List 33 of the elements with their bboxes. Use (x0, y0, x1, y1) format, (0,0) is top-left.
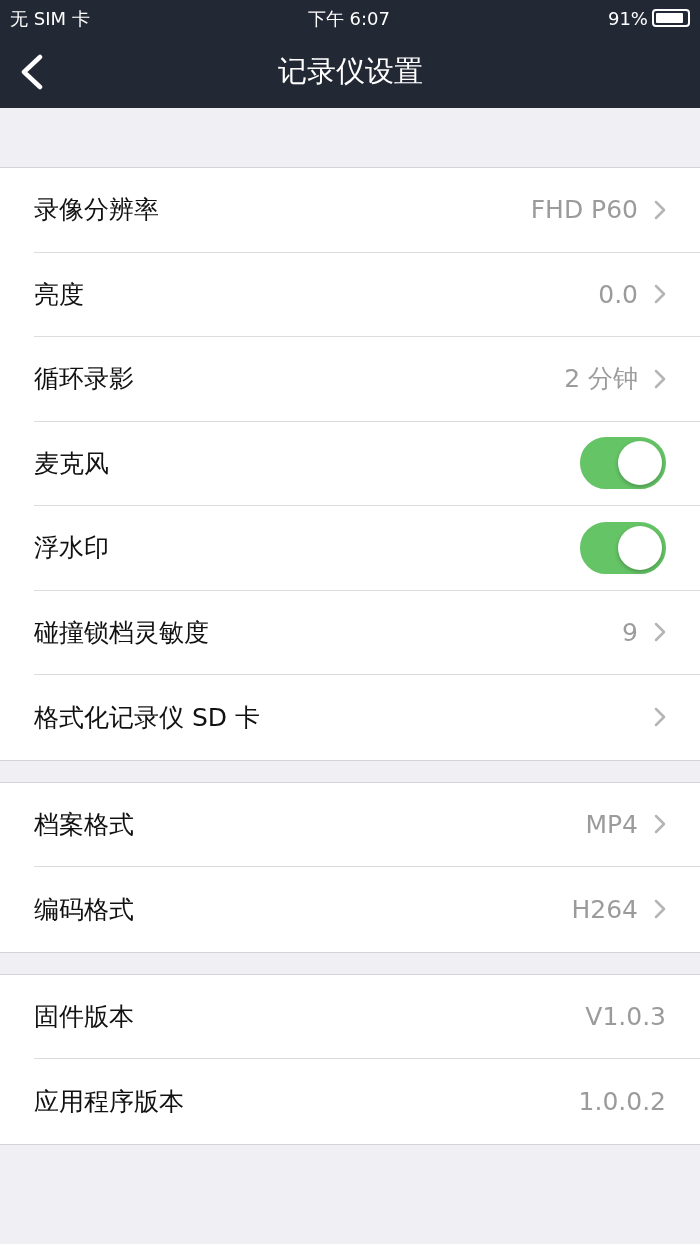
setting-label: 碰撞锁档灵敏度 (34, 616, 209, 649)
setting-label: 浮水印 (34, 532, 109, 564)
setting-value: FHD P60 (530, 194, 638, 226)
setting-label: 格式化记录仪 SD 卡 (34, 701, 260, 734)
setting-label: 编码格式 (34, 893, 134, 926)
setting-value: V1.0.3 (585, 1000, 666, 1033)
setting-label: 应用程序版本 (34, 1085, 184, 1118)
toggle-switch[interactable] (580, 437, 666, 490)
setting-value: H264 (571, 893, 638, 926)
chevron-icon (654, 199, 666, 220)
setting-label: 麦克风 (34, 447, 109, 480)
battery-icon (652, 9, 690, 27)
chevron-icon (654, 368, 666, 389)
setting-value: 0.0 (598, 278, 638, 311)
carrier-label: 无 SIM 卡 (10, 6, 90, 31)
battery-percent: 91% (607, 6, 648, 31)
setting-label: 亮度 (34, 278, 84, 311)
clock-time: 下午 6:07 (307, 6, 390, 31)
chevron-icon (654, 622, 666, 643)
setting-label: 固件版本 (34, 1000, 134, 1033)
setting-value: 1.0.0.2 (578, 1085, 666, 1118)
chevron-icon (654, 707, 666, 728)
chevron-icon (654, 899, 666, 920)
setting-value: 9 (622, 616, 638, 649)
setting-label: 录像分辨率 (34, 194, 159, 226)
setting-value: 2 分钟 (564, 363, 638, 395)
toggle-switch[interactable] (580, 521, 666, 574)
setting-value: MP4 (585, 808, 638, 841)
setting-label: 循环录影 (34, 363, 134, 395)
chevron-icon (654, 284, 666, 305)
chevron-icon (654, 814, 666, 835)
page-title: 记录仪设置 (277, 53, 423, 91)
setting-label: 档案格式 (34, 808, 134, 841)
